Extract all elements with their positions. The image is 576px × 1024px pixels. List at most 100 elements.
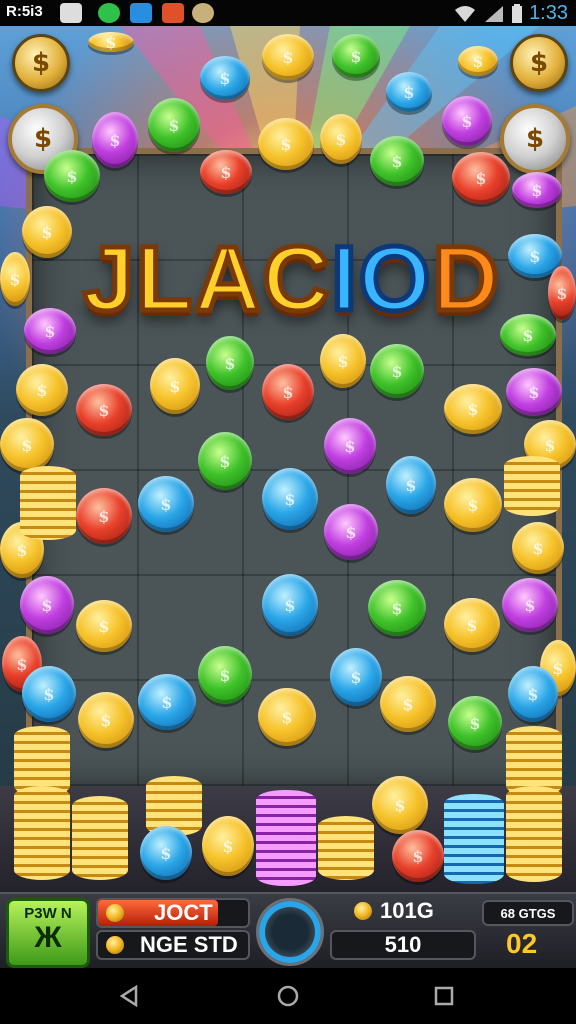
coin: $ [206, 336, 254, 390]
wifi-icon [455, 5, 476, 22]
coin: $ [512, 172, 562, 208]
game-title-part3: D [430, 225, 501, 332]
coin: $ [198, 432, 252, 490]
coin: $ [202, 816, 254, 876]
notification-app-icon [192, 3, 214, 23]
coin: $ [200, 56, 250, 100]
coin: $ [368, 580, 426, 636]
coin: $ [88, 32, 134, 52]
coin: $ [370, 136, 424, 186]
coin: $ [198, 646, 252, 704]
battery-icon [512, 3, 523, 23]
score-value: 510 [384, 932, 422, 957]
coin: $ [24, 308, 76, 354]
coin-icon [106, 904, 124, 922]
coin: $ [140, 826, 192, 880]
coin: $ [138, 476, 194, 532]
notification-app-icon [98, 3, 120, 23]
coin: $ [324, 418, 376, 474]
coin: $ [506, 368, 562, 416]
right-badge-text: 68 GTGS [500, 905, 556, 921]
coin: $ [444, 478, 502, 532]
coin: $ [320, 114, 362, 164]
play-button[interactable]: P3W N Ж [6, 898, 90, 968]
coin: $ [22, 666, 76, 722]
coin: $ [262, 468, 318, 530]
coin: $ [76, 488, 132, 544]
coin: $ [138, 674, 196, 730]
multiplier-value: 02 [506, 928, 538, 959]
play-button-label: P3W N [24, 905, 72, 922]
coin: $ [22, 206, 72, 258]
coin: $ [386, 72, 432, 112]
coin-icon [106, 936, 124, 954]
signal-icon [485, 5, 504, 22]
bottom-stat-text: NGE STD [140, 932, 238, 957]
coin: $ [502, 578, 558, 632]
coin: $ [448, 696, 502, 750]
back-icon[interactable] [118, 984, 142, 1008]
coin: $ [0, 418, 54, 472]
coin: $ [150, 358, 200, 414]
coin: $ [0, 252, 30, 306]
home-icon[interactable] [276, 984, 300, 1008]
coin: $ [392, 830, 444, 882]
coin: $ [200, 150, 252, 194]
coin: $ [16, 364, 68, 416]
coin: $ [330, 648, 382, 706]
coin: $ [548, 266, 576, 320]
coin-counter-value: 101G [380, 898, 434, 923]
coin: $ [258, 688, 316, 746]
coin-stack [444, 794, 504, 884]
silver-coin-icon[interactable]: $ [500, 104, 570, 174]
coin: $ [386, 456, 436, 514]
top-stat-bar: JOCT [96, 898, 250, 928]
coin: $ [332, 34, 380, 78]
spin-dial[interactable] [256, 898, 324, 966]
coin: $ [444, 384, 502, 434]
coin-counter: 101G [330, 898, 472, 924]
recents-icon[interactable] [432, 984, 456, 1008]
coin: $ [148, 98, 200, 152]
coin: $ [324, 504, 378, 560]
game-scene[interactable]: $ $ $ $ $ $ $ $ $ $ $ $ $ $ $ $ $ $ $ $ … [0, 26, 576, 892]
coin: $ [78, 692, 134, 748]
top-stat-text: JOCT [154, 900, 213, 925]
score-display: 510 [330, 930, 476, 960]
coin-icon [354, 902, 372, 920]
coin: $ [76, 600, 132, 652]
coin-stack [256, 790, 316, 886]
status-right: 1:33 [453, 2, 568, 25]
coin: $ [44, 150, 100, 202]
coin: $ [92, 112, 138, 168]
coin: $ [258, 118, 314, 170]
game-title: JLAC IO D [81, 214, 502, 344]
notification-app-icon [60, 3, 82, 23]
dollar-coin-icon[interactable]: $ [12, 34, 70, 92]
coin: $ [380, 676, 436, 732]
coin: $ [442, 96, 492, 146]
notification-app-icon [130, 3, 152, 23]
coin-stack [506, 786, 562, 882]
coin: $ [370, 344, 424, 398]
bottom-stat-bar: NGE STD [96, 930, 250, 960]
coin: $ [458, 46, 498, 76]
coin: $ [76, 384, 132, 436]
coin: $ [372, 776, 428, 834]
right-badge: 68 GTGS [482, 900, 574, 926]
status-time-left: R:5i3 [6, 3, 43, 20]
coin: $ [452, 152, 510, 204]
dollar-coin-icon[interactable]: $ [510, 34, 568, 92]
coin: $ [508, 666, 558, 722]
coin: $ [262, 364, 314, 420]
coin-stack [504, 456, 560, 516]
coin: $ [444, 598, 500, 652]
coin: $ [20, 576, 74, 634]
status-bar: R:5i3 1:33 [0, 0, 576, 26]
game-title-part1: JLAC [81, 225, 332, 332]
status-time-right: 1:33 [529, 2, 568, 24]
coin: $ [512, 522, 564, 574]
bottom-hud: P3W N Ж JOCT NGE STD 101G 510 68 GTGS 02 [0, 892, 576, 970]
play-button-symbol: Ж [34, 921, 62, 954]
coin: $ [262, 574, 318, 636]
